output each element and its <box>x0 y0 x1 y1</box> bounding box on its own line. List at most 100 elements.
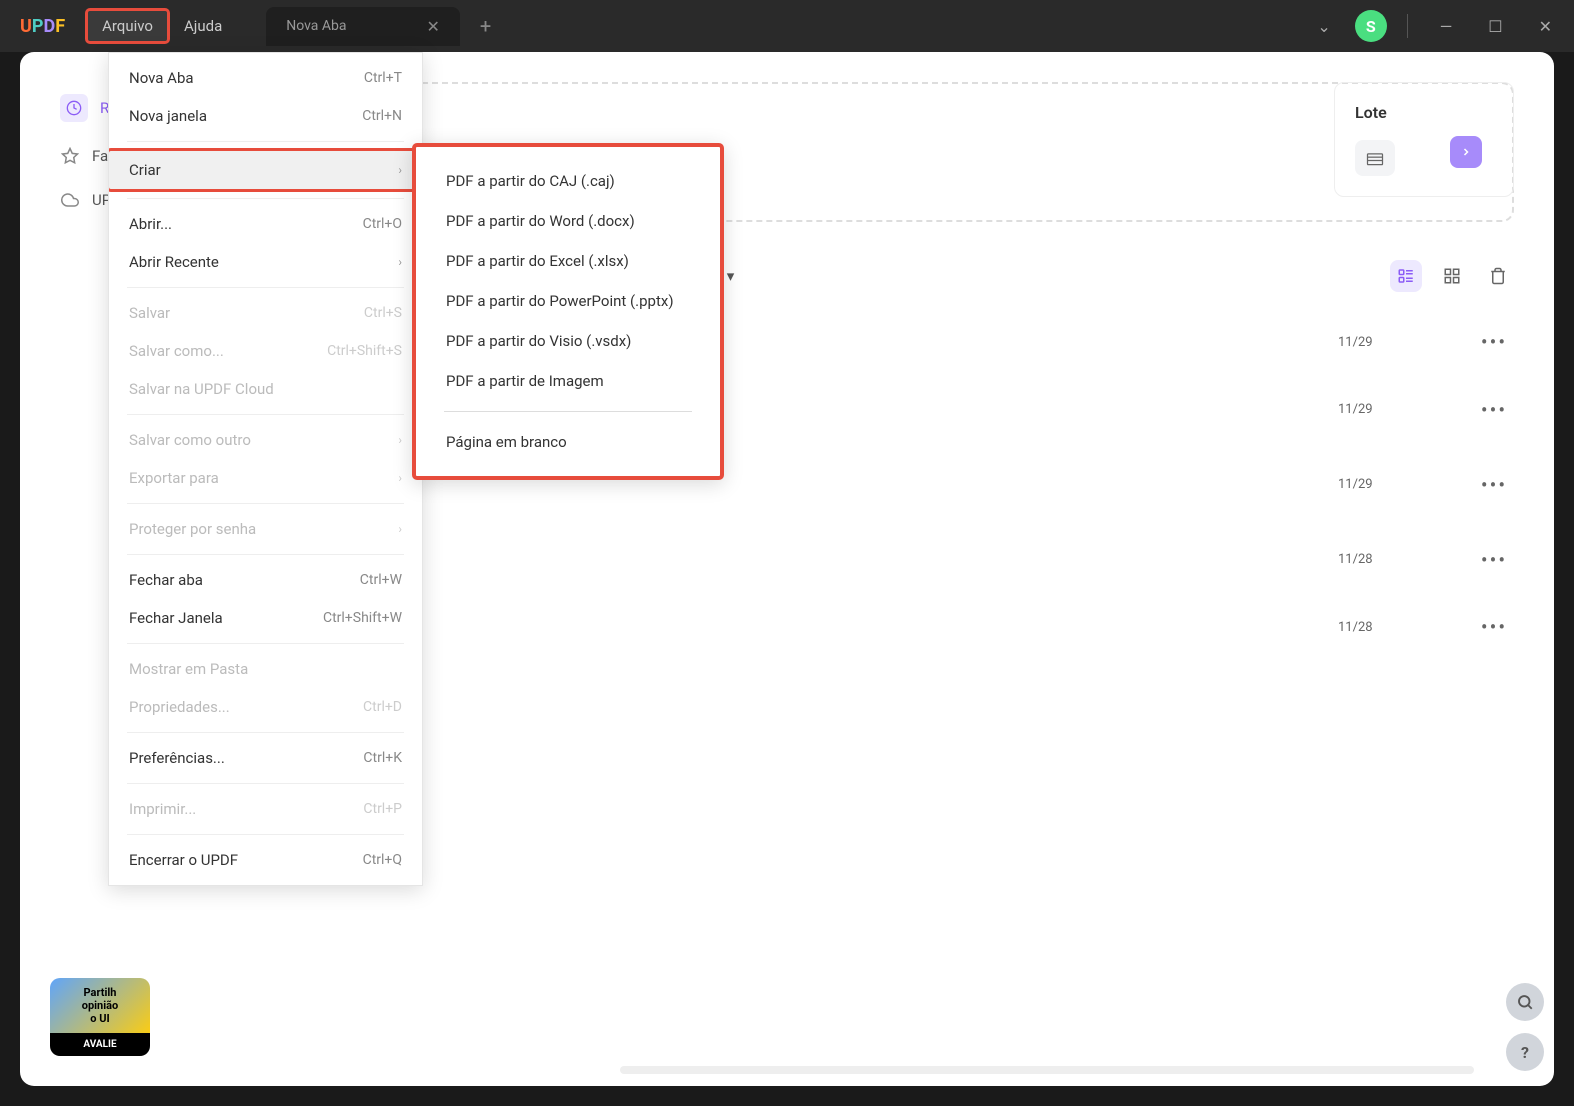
menu-shortcut: Ctrl+Q <box>363 852 402 868</box>
more-icon[interactable]: ••• <box>1474 615 1514 639</box>
promo-cta: AVALIE <box>50 1033 150 1056</box>
menu-shortcut: Ctrl+T <box>364 70 402 86</box>
submenu-item[interactable]: Página em branco <box>416 422 720 462</box>
menu-separator <box>127 554 404 555</box>
more-icon[interactable]: ••• <box>1474 473 1514 497</box>
separator <box>1407 14 1408 38</box>
menu-shortcut: Ctrl+W <box>360 572 402 588</box>
window-controls: ⌄ S — ☐ ✕ <box>1305 9 1564 44</box>
menu-separator <box>127 141 404 142</box>
menu-shortcut: Ctrl+Shift+W <box>323 610 402 626</box>
scrollbar[interactable] <box>620 1066 1474 1074</box>
menu-separator <box>127 783 404 784</box>
menu-item-label: Fechar aba <box>129 571 203 589</box>
file-date: 11/29 <box>1338 402 1458 417</box>
menu-shortcut: Ctrl+P <box>363 801 402 817</box>
menu-item: Proteger por senha › <box>109 510 422 548</box>
menu-item[interactable]: Preferências...Ctrl+K <box>109 739 422 777</box>
trash-icon[interactable] <box>1482 260 1514 292</box>
menu-item-label: Abrir... <box>129 215 172 233</box>
menu-item: Imprimir...Ctrl+P <box>109 790 422 828</box>
list-view-icon[interactable] <box>1390 260 1422 292</box>
menu-item-label: Salvar como outro <box>129 431 251 449</box>
menu-item[interactable]: Criar› <box>108 148 423 192</box>
more-icon[interactable]: ••• <box>1474 548 1514 572</box>
file-date: 11/29 <box>1338 335 1458 350</box>
menu-item[interactable]: Fechar JanelaCtrl+Shift+W <box>109 599 422 637</box>
menu-item-label: Salvar na UPDF Cloud <box>129 380 274 398</box>
menu-item[interactable]: Abrir... Ctrl+O <box>109 205 422 243</box>
tab-label: Nova Aba <box>286 18 346 34</box>
menu-item-label: Salvar como... <box>129 342 224 360</box>
chevron-right-icon: › <box>398 255 402 269</box>
close-window-icon[interactable]: ✕ <box>1527 9 1564 44</box>
close-icon[interactable]: ✕ <box>426 17 439 36</box>
add-tab-icon[interactable]: + <box>480 14 491 38</box>
help-button[interactable]: ? <box>1506 1033 1544 1071</box>
menu-item-label: Exportar para <box>129 469 219 487</box>
menu-help[interactable]: Ajuda <box>170 11 236 41</box>
titlebar: UPDF Arquivo Ajuda Nova Aba ✕ + ⌄ S — ☐ … <box>0 0 1574 52</box>
promo-card[interactable]: Partilh opinião o UI AVALIE <box>50 978 150 1056</box>
app-logo: UPDF <box>20 16 65 37</box>
submenu-item[interactable]: PDF a partir do Visio (.vsdx) <box>416 321 720 361</box>
menu-shortcut: Ctrl+K <box>363 750 402 766</box>
menu-item-label: Abrir Recente <box>129 253 219 271</box>
file-row[interactable]: be Campaign Contract 50 KB 11/28 ••• <box>240 522 1514 597</box>
chevron-down-icon: ▾ <box>727 267 735 285</box>
menu-shortcut: Ctrl+N <box>362 108 402 124</box>
menu-item: Salvar na UPDF Cloud <box>109 370 422 408</box>
avatar[interactable]: S <box>1355 10 1387 42</box>
tab-new[interactable]: Nova Aba ✕ <box>266 7 460 46</box>
chevron-right-icon: › <box>398 522 402 536</box>
submenu-item[interactable]: PDF a partir de Imagem <box>416 361 720 401</box>
menu-item: Exportar para› <box>109 459 422 497</box>
menu-item: SalvarCtrl+S <box>109 294 422 332</box>
menu-separator <box>127 287 404 288</box>
star-icon <box>60 146 80 166</box>
menu-shortcut: Ctrl+D <box>363 699 402 715</box>
menu-item: Salvar como outro › <box>109 421 422 459</box>
submenu-item[interactable]: PDF a partir do Word (.docx) <box>416 201 720 241</box>
file-row[interactable]: MB 11/28 ••• <box>240 597 1514 657</box>
menu-shortcut: Ctrl+O <box>363 216 402 232</box>
submenu-item[interactable]: PDF a partir do CAJ (.caj) <box>416 161 720 201</box>
chevron-down-icon[interactable]: ⌄ <box>1305 9 1342 44</box>
chevron-right-icon: › <box>398 163 402 177</box>
menu-separator <box>127 503 404 504</box>
menu-separator <box>127 414 404 415</box>
menu-item-label: Encerrar o UPDF <box>129 851 238 869</box>
menu-item[interactable]: Encerrar o UPDF Ctrl+Q <box>109 841 422 879</box>
batch-card: Lote <box>1334 82 1514 197</box>
file-date: 11/28 <box>1338 552 1458 567</box>
menu-item-label: Nova Aba <box>129 69 194 87</box>
promo-text: Partilh opinião o UI <box>50 978 150 1033</box>
menu-item-label: Mostrar em Pasta <box>129 660 248 678</box>
menu-separator <box>127 643 404 644</box>
menu-item[interactable]: Nova Aba Ctrl+T <box>109 59 422 97</box>
menu-item[interactable]: Fechar aba Ctrl+W <box>109 561 422 599</box>
submenu-item[interactable]: PDF a partir do Excel (.xlsx) <box>416 241 720 281</box>
menu-file[interactable]: Arquivo <box>85 8 170 44</box>
menu-separator <box>127 732 404 733</box>
menu-item: Mostrar em Pasta <box>109 650 422 688</box>
chevron-right-icon: › <box>398 433 402 447</box>
grid-view-icon[interactable] <box>1436 260 1468 292</box>
menu-separator <box>127 834 404 835</box>
menu-separator <box>444 411 692 412</box>
submenu-item[interactable]: PDF a partir do PowerPoint (.pptx) <box>416 281 720 321</box>
file-date: 11/28 <box>1338 620 1458 635</box>
create-submenu: PDF a partir do CAJ (.caj)PDF a partir d… <box>412 143 724 480</box>
menu-item-label: Proteger por senha <box>129 520 256 538</box>
minimize-icon[interactable]: — <box>1428 9 1465 44</box>
menu-item-label: Propriedades... <box>129 698 230 716</box>
menu-item[interactable]: Nova janelaCtrl+N <box>109 97 422 135</box>
batch-icon[interactable] <box>1355 140 1395 176</box>
maximize-icon[interactable]: ☐ <box>1476 9 1514 44</box>
search-button[interactable] <box>1506 983 1544 1021</box>
more-icon[interactable]: ••• <box>1474 398 1514 422</box>
more-icon[interactable]: ••• <box>1474 330 1514 354</box>
file-menu-dropdown: Nova Aba Ctrl+T Nova janelaCtrl+N Criar› Abr… <box>108 52 423 886</box>
batch-title: Lote <box>1355 103 1493 122</box>
menu-item[interactable]: Abrir Recente › <box>109 243 422 281</box>
